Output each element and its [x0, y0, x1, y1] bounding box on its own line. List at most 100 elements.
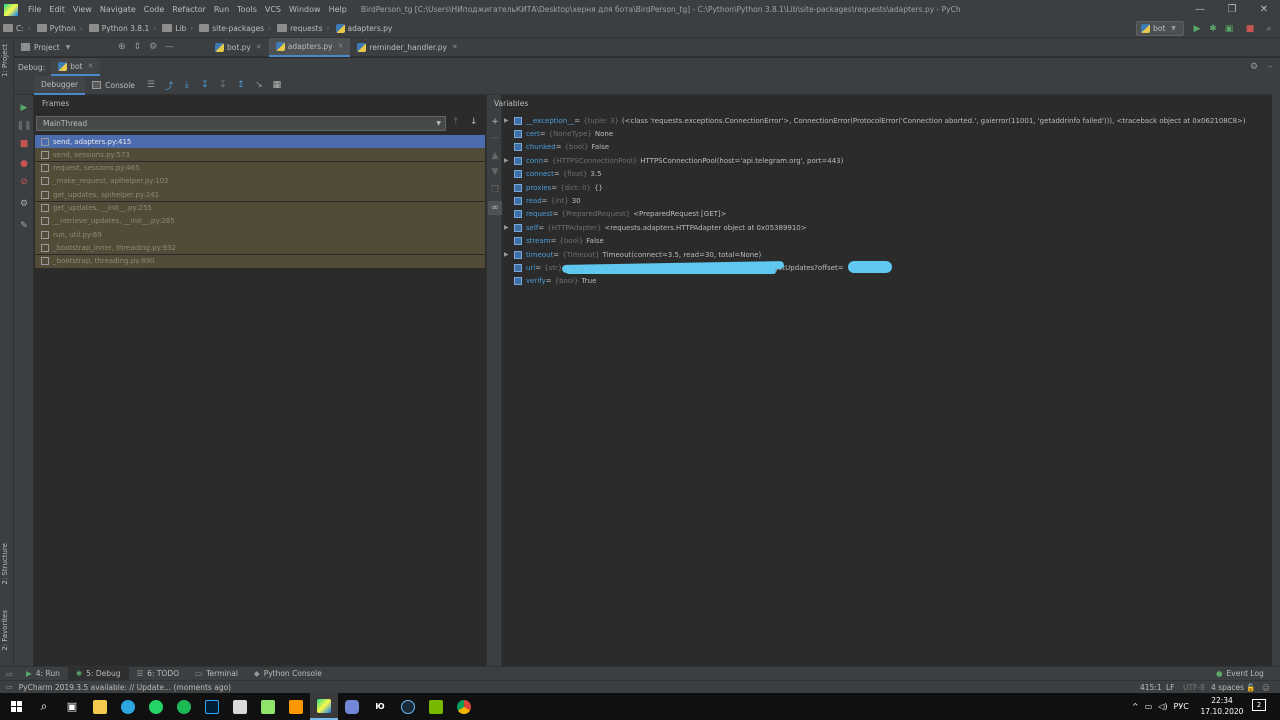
lock-icon[interactable]: 🔓 [1246, 683, 1255, 692]
variable-row[interactable]: chunked = {bool} False [504, 141, 609, 154]
keyboard-layout[interactable]: РУС [1174, 702, 1189, 711]
locate-icon[interactable]: ⊕ [118, 42, 126, 52]
gear-icon[interactable]: ⚙ [1250, 62, 1258, 72]
caret-position[interactable]: 415:1 [1140, 683, 1162, 692]
network-icon[interactable]: ▭ [1145, 702, 1153, 711]
step-into-my-code-icon[interactable]: ↧ [217, 79, 229, 91]
status-message[interactable]: PyCharm 2019.3.5 available: // Update...… [19, 683, 231, 692]
line-separator[interactable]: LF [1166, 683, 1175, 692]
view-breakpoints-icon[interactable]: ● [17, 157, 31, 171]
variable-row[interactable]: stream = {bool} False [504, 235, 604, 248]
menu-window[interactable]: Window [285, 5, 325, 14]
breadcrumb-item[interactable]: Python 3.8.1 › [86, 24, 159, 33]
task-view-icon[interactable]: ▣ [58, 693, 86, 720]
thread-select[interactable]: MainThread ▼ [36, 116, 446, 131]
minimize-icon[interactable]: — [1184, 0, 1216, 19]
coverage-icon[interactable]: ▣ [1222, 21, 1236, 36]
steam-icon[interactable] [394, 693, 422, 720]
evaluate-icon[interactable]: ▦ [271, 79, 283, 91]
arrow-down-icon[interactable]: ↓ [470, 117, 478, 127]
close-icon[interactable]: ✕ [1248, 0, 1280, 19]
frame-row[interactable]: send, adapters.py:415 [35, 135, 485, 148]
windows-start-icon[interactable] [2, 693, 30, 720]
breadcrumb-item[interactable]: site-packages › [196, 24, 274, 33]
whatsapp-icon[interactable] [142, 693, 170, 720]
frame-row[interactable]: run, util.py:69 [35, 228, 485, 242]
chrome-icon[interactable] [450, 693, 478, 720]
notepad-icon[interactable] [226, 693, 254, 720]
pin-icon[interactable]: ✎ [17, 219, 31, 233]
menu-run[interactable]: Run [210, 5, 233, 14]
frame-row[interactable]: get_updates, __init__.py:255 [35, 201, 485, 215]
pause-icon[interactable]: ❚❚ [16, 119, 31, 133]
step-out-icon[interactable]: ↥ [235, 79, 247, 91]
frame-row[interactable]: __retrieve_updates, __init__.py:285 [35, 214, 485, 228]
expand-arrow-icon[interactable]: ▶ [504, 224, 514, 231]
show-execution-point-icon[interactable]: ⤴ [163, 79, 175, 92]
tab-reminder-handler-py[interactable]: reminder_handler.py ✕ [350, 38, 464, 57]
indent-setting[interactable]: 4 spaces [1211, 683, 1244, 692]
menu-help[interactable]: Help [325, 5, 351, 14]
variable-row[interactable]: ▶ timeout = {Timeout} Timeout(connect=3.5,… [504, 248, 761, 261]
copy-icon[interactable]: ❐ [488, 183, 502, 197]
expand-arrow-icon[interactable]: ▶ [504, 157, 514, 164]
variable-row[interactable]: ▶ conn = {HTTPSConnectionPool} HTTPSConnec… [504, 154, 843, 167]
variable-row[interactable]: ▶ self = {HTTPAdapter} <requests.adapters.… [504, 221, 807, 234]
tab-debugger[interactable]: Debugger [34, 75, 86, 95]
structure-tool-tab[interactable]: 2: Structure [1, 543, 9, 585]
variable-row[interactable]: connect = {float} 3.5 [504, 168, 602, 181]
frame-row[interactable]: _bootstrap_inner, threading.py:932 [35, 241, 485, 255]
menu-code[interactable]: Code [140, 5, 168, 14]
menu-refactor[interactable]: Refactor [168, 5, 210, 14]
sublime-text-icon[interactable] [282, 693, 310, 720]
hide-icon[interactable]: — [165, 42, 174, 52]
tab-adapters-py[interactable]: adapters.py ✕ [268, 37, 351, 57]
project-tool-tab[interactable]: 1: Project [1, 44, 9, 77]
tool-window-icon[interactable]: ▭ [0, 667, 18, 681]
menu-edit[interactable]: Edit [45, 5, 69, 14]
close-tab-icon[interactable]: ✕ [338, 42, 344, 50]
variable-row[interactable]: request = {PreparedRequest} <PreparedRequ… [504, 208, 726, 221]
notepad-plus-icon[interactable] [254, 693, 282, 720]
variable-row[interactable]: cert = {NoneType} None [504, 127, 613, 140]
move-down-icon[interactable]: ▼ [488, 165, 502, 179]
run-config-select[interactable]: bot ▼ [1136, 21, 1184, 36]
close-tab-icon[interactable]: ✕ [452, 43, 458, 51]
show-watches-icon[interactable]: ∞ [488, 201, 502, 215]
tab-python-console[interactable]: ◆ Python Console [246, 667, 330, 681]
arrow-up-icon[interactable]: ↑ [452, 117, 460, 127]
variable-row[interactable]: ▶ __exception__ = {tuple: 3} (<class 'requ… [504, 114, 1246, 127]
frame-row[interactable]: _make_request, apihelper.py:102 [35, 174, 485, 188]
step-over-icon[interactable]: ⤓ [181, 79, 193, 91]
notification-icon[interactable]: 2 [1252, 699, 1266, 711]
close-tab-icon[interactable]: ✕ [256, 43, 262, 51]
menu-icon[interactable]: ☰ [145, 79, 157, 91]
tab-todo[interactable]: ☰ 6: TODO [129, 667, 188, 681]
debug-session-tab[interactable]: bot ✕ [51, 58, 101, 76]
frame-row[interactable]: request, sessions.py:465 [35, 161, 485, 175]
event-log-button[interactable]: ● Event Log [1208, 667, 1272, 681]
tab-bot-py[interactable]: bot.py ✕ [208, 38, 269, 57]
debug-icon[interactable]: ✱ [1206, 21, 1220, 36]
stop-icon[interactable]: ■ [1243, 21, 1257, 36]
breadcrumb-item[interactable]: Lib › [159, 24, 196, 33]
photoshop-icon[interactable] [198, 693, 226, 720]
add-watch-icon[interactable]: + [488, 115, 502, 129]
telegram-icon[interactable] [114, 693, 142, 720]
close-tab-icon[interactable]: ✕ [88, 62, 94, 70]
variable-row[interactable]: verify = {bool} True [504, 275, 596, 288]
frame-row[interactable]: _bootstrap, threading.py:890 [35, 254, 485, 268]
step-into-icon[interactable]: ↧ [199, 79, 211, 91]
search-icon[interactable]: ⌕ [30, 693, 58, 720]
volume-icon[interactable]: ◁) [1158, 702, 1167, 711]
discord-icon[interactable] [338, 693, 366, 720]
yandex-icon[interactable]: Ю [366, 693, 394, 720]
variable-row[interactable]: proxies = {dict: 0}{} [504, 181, 603, 194]
collapse-icon[interactable]: ⇕ [134, 42, 142, 52]
tray-arrow-icon[interactable]: ^ [1132, 702, 1139, 711]
maximize-icon[interactable]: ❐ [1216, 0, 1248, 19]
run-icon[interactable]: ▶ [1190, 21, 1204, 36]
file-explorer-icon[interactable] [86, 693, 114, 720]
tab-console[interactable]: Console [85, 76, 142, 95]
settings-icon[interactable]: ⚙ [17, 197, 31, 211]
